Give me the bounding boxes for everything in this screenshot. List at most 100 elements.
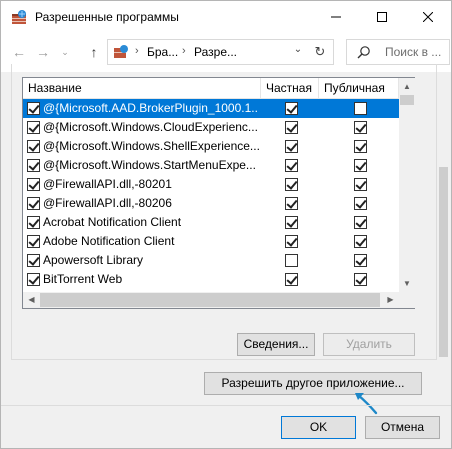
- refresh-icon[interactable]: ↻: [311, 44, 329, 60]
- up-button[interactable]: ↑: [86, 42, 102, 62]
- table-row[interactable]: Apowersoft Library: [23, 251, 399, 270]
- pointer-arrow-icon: [355, 393, 378, 415]
- table-row[interactable]: @{Microsoft.Windows.ShellExperience...: [23, 137, 399, 156]
- app-name: @{Microsoft.AAD.BrokerPlugin_1000.1...: [43, 101, 259, 115]
- app-name: BitTorrent Web: [43, 272, 123, 286]
- close-button[interactable]: [405, 1, 451, 32]
- app-name: Apowersoft Library: [43, 253, 144, 267]
- breadcrumb-separator: ›: [135, 45, 139, 57]
- arrow-up-icon: ↑: [90, 44, 98, 60]
- enabled-checkbox[interactable]: [27, 254, 40, 267]
- enabled-checkbox[interactable]: [27, 273, 40, 286]
- private-checkbox[interactable]: [285, 140, 298, 153]
- app-name: Adobe Notification Client: [43, 234, 175, 248]
- app-name: @{Microsoft.Windows.ShellExperience...: [43, 139, 259, 153]
- scrollbar-corner: [399, 292, 415, 308]
- table-row[interactable]: @{Microsoft.Windows.CloudExperienc...: [23, 118, 399, 137]
- ok-button[interactable]: OK: [281, 416, 356, 439]
- breadcrumb-item[interactable]: Разре...: [194, 45, 237, 59]
- private-checkbox[interactable]: [285, 159, 298, 172]
- public-checkbox[interactable]: [354, 140, 367, 153]
- enabled-checkbox[interactable]: [27, 178, 40, 191]
- vertical-scrollbar[interactable]: ▲ ▼: [399, 78, 415, 292]
- cancel-button[interactable]: Отмена: [365, 416, 440, 439]
- arrow-right-icon: →: [36, 44, 50, 60]
- public-checkbox[interactable]: [354, 235, 367, 248]
- private-checkbox[interactable]: [285, 121, 298, 134]
- private-checkbox[interactable]: [285, 216, 298, 229]
- title-bar: Разрешенные программы: [1, 1, 451, 32]
- scroll-right-icon[interactable]: ▶: [382, 292, 399, 308]
- private-checkbox[interactable]: [285, 254, 298, 267]
- private-checkbox[interactable]: [285, 102, 298, 115]
- scroll-thumb[interactable]: [439, 167, 448, 357]
- allow-another-app-button[interactable]: Разрешить другое приложение...: [204, 372, 422, 395]
- chevron-down-icon: ⌄: [61, 46, 69, 57]
- enabled-checkbox[interactable]: [27, 216, 40, 229]
- public-checkbox[interactable]: [354, 159, 367, 172]
- table-row[interactable]: Acrobat Notification Client: [23, 213, 399, 232]
- column-header-public[interactable]: Публичная: [319, 78, 399, 99]
- window-title: Разрешенные программы: [35, 10, 179, 24]
- breadcrumb-separator: ›: [182, 45, 186, 57]
- forward-button[interactable]: →: [35, 42, 51, 62]
- control-panel-icon: [114, 45, 128, 58]
- enabled-checkbox[interactable]: [27, 121, 40, 134]
- enabled-checkbox[interactable]: [27, 140, 40, 153]
- search-input[interactable]: Поиск в ...: [346, 39, 450, 65]
- address-dropdown-icon[interactable]: ⌄: [289, 44, 307, 60]
- public-checkbox[interactable]: [354, 178, 367, 191]
- scroll-left-icon[interactable]: ◀: [23, 292, 40, 308]
- public-checkbox[interactable]: [354, 102, 367, 115]
- app-name: @FirewallAPI.dll,-80201: [43, 177, 172, 191]
- app-name: @FirewallAPI.dll,-80206: [43, 196, 172, 210]
- details-button[interactable]: Сведения...: [237, 333, 315, 356]
- scroll-down-icon[interactable]: ▼: [399, 275, 415, 292]
- private-checkbox[interactable]: [285, 273, 298, 286]
- scroll-up-icon[interactable]: ▲: [399, 78, 415, 95]
- back-button[interactable]: ←: [11, 42, 27, 62]
- table-row[interactable]: BitTorrent Web: [23, 270, 399, 289]
- app-name: Acrobat Notification Client: [43, 215, 182, 229]
- enabled-checkbox[interactable]: [27, 197, 40, 210]
- divider: [1, 405, 451, 406]
- table-row[interactable]: @FirewallAPI.dll,-80206: [23, 194, 399, 213]
- scroll-thumb[interactable]: [40, 293, 380, 307]
- app-name: @{Microsoft.Windows.CloudExperienc...: [43, 120, 258, 134]
- close-icon: [423, 11, 433, 22]
- search-placeholder: Поиск в ...: [385, 45, 442, 59]
- column-header-name[interactable]: Название: [23, 78, 261, 99]
- recent-locations-button[interactable]: ⌄: [57, 42, 73, 62]
- enabled-checkbox[interactable]: [27, 102, 40, 115]
- public-checkbox[interactable]: [354, 273, 367, 286]
- maximize-icon: [377, 11, 387, 22]
- table-row[interactable]: @{Microsoft.AAD.BrokerPlugin_1000.1...: [23, 99, 399, 118]
- private-checkbox[interactable]: [285, 197, 298, 210]
- maximize-button[interactable]: [359, 1, 405, 32]
- list-header: Название Частная Публичная: [23, 78, 399, 99]
- public-checkbox[interactable]: [354, 254, 367, 267]
- enabled-checkbox[interactable]: [27, 235, 40, 248]
- horizontal-scrollbar[interactable]: ◀ ▶: [23, 292, 399, 308]
- search-icon: [357, 46, 370, 59]
- arrow-left-icon: ←: [12, 44, 26, 60]
- column-header-private[interactable]: Частная: [261, 78, 319, 99]
- firewall-app-icon: [12, 10, 26, 24]
- table-row[interactable]: Adobe Notification Client: [23, 232, 399, 251]
- minimize-button[interactable]: [313, 1, 359, 32]
- public-checkbox[interactable]: [354, 216, 367, 229]
- page-scrollbar[interactable]: [437, 72, 450, 362]
- breadcrumb-item[interactable]: Бра...: [147, 45, 178, 59]
- public-checkbox[interactable]: [354, 197, 367, 210]
- private-checkbox[interactable]: [285, 178, 298, 191]
- allowed-apps-list[interactable]: Название Частная Публичная @{Microsoft.A…: [22, 77, 415, 309]
- remove-button[interactable]: Удалить: [323, 333, 415, 356]
- private-checkbox[interactable]: [285, 235, 298, 248]
- enabled-checkbox[interactable]: [27, 159, 40, 172]
- table-row[interactable]: @FirewallAPI.dll,-80201: [23, 175, 399, 194]
- app-name: @{Microsoft.Windows.StartMenuExpe...: [43, 158, 256, 172]
- table-row[interactable]: @{Microsoft.Windows.StartMenuExpe...: [23, 156, 399, 175]
- public-checkbox[interactable]: [354, 121, 367, 134]
- address-box[interactable]: › Бра... › Разре... ⌄ ↻: [107, 39, 334, 65]
- scroll-thumb[interactable]: [400, 95, 414, 105]
